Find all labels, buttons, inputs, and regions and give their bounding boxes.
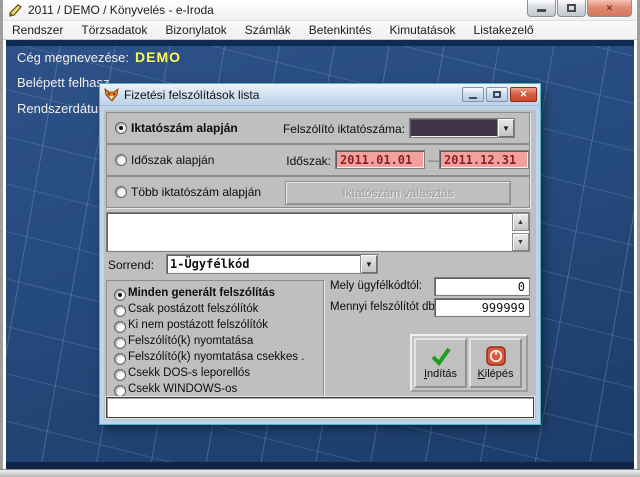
menu-kimutatasok[interactable]: Kimutatások [381,21,465,39]
dropdown-arrow-icon[interactable]: ▼ [360,255,377,273]
radio-nyomtatasa-csekkes[interactable] [114,353,126,365]
iktatoszam-field-label: Felszólító iktatószáma: [267,122,405,136]
mode-row-tobb-iktatoszam: Több iktatószám alapján Iktatószám válas… [106,176,530,208]
radio-csekk-windows-label[interactable]: Csekk WINDOWS-os [128,383,237,395]
power-icon [486,346,506,366]
app-icon [8,3,23,18]
taskbar [0,469,640,477]
radio-iktatoszam-alapjan[interactable] [115,122,127,134]
menu-szamlak[interactable]: Számlák [236,21,300,39]
mode-row-iktatoszam: Iktatószám alapján Felszólító iktatószám… [106,112,530,144]
dialog-close-button[interactable]: ✕ [510,87,537,102]
fox-icon [104,88,119,102]
radio-csekk-windows[interactable] [114,385,126,397]
radio-idoszak-alapjan-label[interactable]: Időszak alapján [131,153,214,167]
dialog-caption-buttons: ✕ [460,87,537,102]
iktatoszam-list[interactable]: ▲ ▼ [106,212,530,252]
system-date-label: Rendszerdátum [17,101,109,116]
company-label: Cég megnevezése: [17,50,129,65]
window-title: 2011 / DEMO / Könyvelés - e-Iroda [28,3,214,17]
close-button[interactable]: ✕ [587,0,632,17]
mennyi-felszolito-input[interactable]: 999999 [434,298,530,317]
payment-reminders-dialog: Fizetési felszólítások lista ✕ Iktatószá… [100,84,540,424]
check-icon [430,346,452,366]
menubar: Rendszer Törzsadatok Bizonylatok Számlák… [3,21,637,40]
maximize-button[interactable] [557,0,586,17]
dialog-client-area: Iktatószám alapján Felszólító iktatószám… [104,110,536,420]
sorrend-label: Sorrend: [108,258,154,272]
filter-radio-group: Minden generált felszólítás Csak postázo… [106,280,324,404]
caption-buttons: ✕ [526,0,632,17]
mode-row-idoszak: Időszak alapján Időszak: 2011.01.01 — 20… [106,144,530,176]
kilepes-button[interactable]: Kilépés [469,338,522,388]
logged-in-user-label: Belépett felhasz [17,75,110,90]
idoszak-field-label: Időszak: [267,154,331,168]
radio-ki-nem-postazott-label[interactable]: Ki nem postázott felszólítók [128,319,268,331]
inditas-label: Indítás [424,368,457,380]
menu-rendszer[interactable]: Rendszer [3,21,72,39]
date-from-input[interactable]: 2011.01.01 [335,150,425,169]
radio-csekk-dos[interactable] [114,369,126,381]
radio-nyomtatasa-csekkes-label[interactable]: Felszólító(k) nyomtatása csekkes . [128,351,304,363]
scroll-down-icon[interactable]: ▼ [512,233,529,251]
app-titlebar: 2011 / DEMO / Könyvelés - e-Iroda ✕ [3,0,637,21]
desktop-background: Cég megnevezése: DEMO Belépett felhasz Re… [6,40,634,469]
radio-csekk-dos-label[interactable]: Csekk DOS-s leporellós [128,367,250,379]
minimize-button[interactable] [527,0,556,17]
scroll-up-icon[interactable]: ▲ [512,213,529,231]
close-icon: ✕ [520,89,528,100]
dialog-maximize-button[interactable] [486,87,508,102]
menu-torzsadatok[interactable]: Törzsadatok [72,21,156,39]
menu-bizonylatok[interactable]: Bizonylatok [156,21,235,39]
iktatoszam-valasztas-button: Iktatószám választás [285,181,511,205]
radio-minden-generalt-label[interactable]: Minden generált felszólítás [128,287,275,299]
maximize-icon [567,4,576,12]
company-value: DEMO [135,49,181,65]
dropdown-arrow-icon[interactable]: ▼ [497,119,514,137]
app-window: 2011 / DEMO / Könyvelés - e-Iroda ✕ Rend… [0,0,640,469]
radio-idoszak-alapjan[interactable] [115,154,127,166]
radio-iktatoszam-alapjan-label[interactable]: Iktatószám alapján [131,121,238,135]
mely-ugyfelkod-label: Mely ügyfélkódtól: [330,280,422,292]
radio-minden-generalt[interactable] [114,289,126,301]
dialog-title: Fizetési felszólítások lista [124,88,259,102]
dialog-titlebar: Fizetési felszólítások lista ✕ [100,84,540,106]
iktatoszam-combobox-value [410,119,497,137]
minimize-icon [469,97,477,99]
date-to-input[interactable]: 2011.12.31 [439,150,529,169]
close-icon: ✕ [606,3,614,14]
iktatoszam-list-value [107,213,512,251]
company-row: Cég megnevezése: DEMO [17,49,181,65]
radio-felszolito-nyomtatasa[interactable] [114,337,126,349]
mennyi-felszolito-label: Mennyi felszólítót db: [330,301,438,313]
radio-csak-postazott[interactable] [114,305,126,317]
radio-felszolito-nyomtatasa-label[interactable]: Felszólító(k) nyomtatása [128,335,253,347]
radio-ki-nem-postazott[interactable] [114,321,126,333]
menu-listakezelo[interactable]: Listakezelő [465,21,543,39]
list-scrollbar: ▲ ▼ [512,213,529,251]
radio-tobb-iktatoszam-label[interactable]: Több iktatószám alapján [131,185,261,199]
sorrend-value: 1-Ügyfélkód [167,255,360,273]
radio-tobb-iktatoszam[interactable] [115,186,127,198]
maximize-icon [493,91,501,98]
iktatoszam-combobox[interactable]: ▼ [409,118,515,138]
action-button-panel: Indítás Kilépés [410,334,528,392]
radio-csak-postazott-label[interactable]: Csak postázott felszólítók [128,303,258,315]
status-input[interactable] [106,397,534,418]
kilepes-label: Kilépés [477,368,513,380]
dialog-minimize-button[interactable] [462,87,484,102]
minimize-icon [537,9,546,12]
mely-ugyfelkod-input[interactable]: 0 [434,277,530,296]
sorrend-combobox[interactable]: 1-Ügyfélkód ▼ [166,254,378,274]
inditas-button[interactable]: Indítás [414,338,467,388]
menu-betenkintes[interactable]: Betenkintés [300,21,381,39]
